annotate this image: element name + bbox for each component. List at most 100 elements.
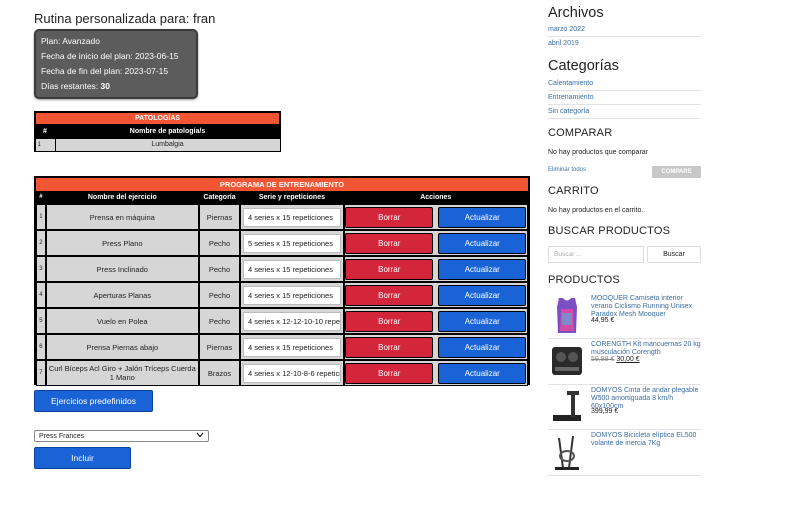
delete-button[interactable]: Borrar [345, 206, 434, 228]
table-row: 1 Prensa en máquina Piernas 4 series x 15 r… [36, 204, 528, 230]
delete-button[interactable]: Borrar [345, 284, 434, 306]
product-price-row: 59,99 € 30,00 € [591, 356, 640, 363]
programa-caption: PROGRAMA DE ENTRENAMIENTO [36, 178, 528, 191]
programa-col-cat: Categoría [203, 194, 236, 201]
actions-cell: Borrar Actualizar [343, 308, 528, 334]
programa-rows: 1 Prensa en máquina Piernas 4 series x 15 r… [36, 204, 528, 386]
programa-table: PROGRAMA DE ENTRENAMIENTO # Nombre del e… [34, 176, 530, 386]
divider [548, 118, 701, 119]
table-row: 7 Curl Bíceps Acl Giro + Jalón Tríceps Cu… [36, 360, 528, 386]
actions-cell: Borrar Actualizar [343, 256, 528, 282]
divider [548, 90, 701, 91]
series-input[interactable]: 4 series x 15 repeticiones [242, 285, 341, 305]
product-item[interactable]: DOMYOS Bicicleta elíptica EL500 volante … [548, 432, 704, 476]
exercise-name: Press Plano [45, 230, 199, 256]
exercise-category: Piernas [198, 204, 241, 230]
days-left-value: 30 [100, 81, 111, 91]
exercise-num: 3 [36, 256, 46, 282]
archivos-title: Archivos [548, 5, 604, 21]
categoria-link[interactable]: Entrenamiento [548, 94, 594, 101]
patologia-num: 1 [34, 137, 56, 152]
product-item[interactable]: MOOQUER Camiseta interior verano Ciclism… [548, 295, 704, 339]
product-image [549, 341, 585, 381]
exercise-num: 4 [36, 282, 46, 308]
series-cell: 4 series x 15 repeticiones [240, 204, 344, 230]
product-price: 44,95 € [591, 317, 615, 324]
page-title: Rutina personalizada para: fran [34, 11, 216, 26]
table-row: 3 Press Inclinado Pecho 4 series x 15 repet… [36, 256, 528, 282]
table-row: 2 Press Plano Pecho 5 series x 15 repeticio… [36, 230, 528, 256]
product-title[interactable]: DOMYOS Bicicleta elíptica EL500 volante … [591, 432, 703, 448]
include-button[interactable]: Incluir [34, 447, 131, 469]
exercise-category: Pecho [198, 282, 241, 308]
series-input[interactable]: 4 series x 15 repeticiones [242, 207, 341, 227]
exercise-category: Piernas [198, 334, 241, 360]
update-button[interactable]: Actualizar [438, 232, 527, 254]
product-title[interactable]: CORENGTH Kit mancuernas 20 kg musculació… [591, 341, 703, 357]
actions-cell: Borrar Actualizar [343, 360, 528, 386]
compare-button[interactable]: COMPARE [652, 166, 701, 178]
archivo-link[interactable]: abril 2019 [548, 40, 579, 47]
plan-row: Plan: Avanzado [41, 34, 191, 49]
comparar-clear-link[interactable]: Eliminar todos [548, 167, 586, 173]
series-cell: 4 series x 15 repeticiones [240, 256, 344, 282]
update-button[interactable]: Actualizar [438, 310, 527, 332]
patologia-name: Lumbalgia [54, 137, 281, 152]
product-title[interactable]: MOOQUER Camiseta interior verano Ciclism… [591, 295, 703, 319]
update-button[interactable]: Actualizar [438, 258, 527, 280]
actions-cell: Borrar Actualizar [343, 282, 528, 308]
start-date-value: 2023-06-15 [135, 51, 179, 61]
programa-header: # Nombre del ejercicio Categoría Serie y… [36, 191, 528, 204]
end-date-row: Fecha de fin del plan: 2023-07-15 [41, 64, 191, 79]
search-button[interactable]: Buscar [647, 246, 701, 263]
product-item[interactable]: DOMYOS Cinta de andar plegable W500 amor… [548, 387, 704, 431]
series-input[interactable]: 4 series x 15 repeticiones [242, 337, 341, 357]
search-input[interactable]: Buscar ... [548, 246, 644, 263]
delete-button[interactable]: Borrar [345, 362, 434, 384]
exercise-category: Pecho [198, 308, 241, 334]
predefined-exercises-button[interactable]: Ejercicios predefinidos [34, 390, 153, 412]
series-input[interactable]: 4 series x 15 repeticiones [242, 259, 341, 279]
update-button[interactable]: Actualizar [438, 206, 527, 228]
start-date-row: Fecha de inicio del plan: 2023-06-15 [41, 49, 191, 64]
delete-button[interactable]: Borrar [345, 258, 434, 280]
update-button[interactable]: Actualizar [438, 362, 527, 384]
programa-col-name: Nombre del ejercicio [87, 194, 157, 201]
exercise-name: Prensa Piernas abajo [45, 334, 199, 360]
categoria-link[interactable]: Calentamiento [548, 80, 593, 87]
plan-value: Avanzado [62, 36, 100, 46]
delete-button[interactable]: Borrar [345, 336, 434, 358]
product-item[interactable]: CORENGTH Kit mancuernas 20 kg musculació… [548, 341, 704, 385]
series-input[interactable]: 4 series x 12-10-8-6 repeticiones [242, 363, 341, 383]
product-price: 399,99 € [591, 408, 619, 415]
table-row: 6 Prensa Piernas abajo Piernas 4 series x 1… [36, 334, 528, 360]
categorias-title: Categorías [548, 58, 619, 74]
categoria-link[interactable]: Sin categoría [548, 108, 589, 115]
exercise-category: Pecho [198, 230, 241, 256]
programa-col-series: Serie y repeticiones [258, 194, 325, 201]
update-button[interactable]: Actualizar [438, 336, 527, 358]
end-date-label: Fecha de fin del plan: [41, 66, 123, 76]
archivo-link[interactable]: marzo 2022 [548, 26, 585, 33]
update-button[interactable]: Actualizar [438, 284, 527, 306]
divider [548, 36, 701, 37]
exercise-num: 6 [36, 334, 46, 360]
delete-button[interactable]: Borrar [345, 232, 434, 254]
exercise-select[interactable]: Press Frances [34, 430, 209, 442]
divider [548, 338, 701, 339]
exercise-num: 2 [36, 230, 46, 256]
exercise-category: Brazos [198, 360, 241, 386]
series-input[interactable]: 5 series x 15 repeticiones [242, 233, 341, 253]
series-cell: 4 series x 12-12-10-10 repeticiones [240, 308, 344, 334]
delete-button[interactable]: Borrar [345, 310, 434, 332]
exercise-category: Pecho [198, 256, 241, 282]
series-cell: 4 series x 15 repeticiones [240, 334, 344, 360]
product-price: 30,00 € [616, 356, 640, 363]
chevron-down-icon [196, 432, 204, 440]
programa-col-actions: Acciones [420, 194, 452, 201]
buscar-title: BUSCAR PRODUCTOS [548, 225, 671, 237]
series-input[interactable]: 4 series x 12-12-10-10 repeticiones [242, 311, 341, 331]
exercise-num: 5 [36, 308, 46, 334]
exercise-num: 7 [36, 360, 46, 386]
comparar-title: COMPARAR [548, 127, 613, 139]
